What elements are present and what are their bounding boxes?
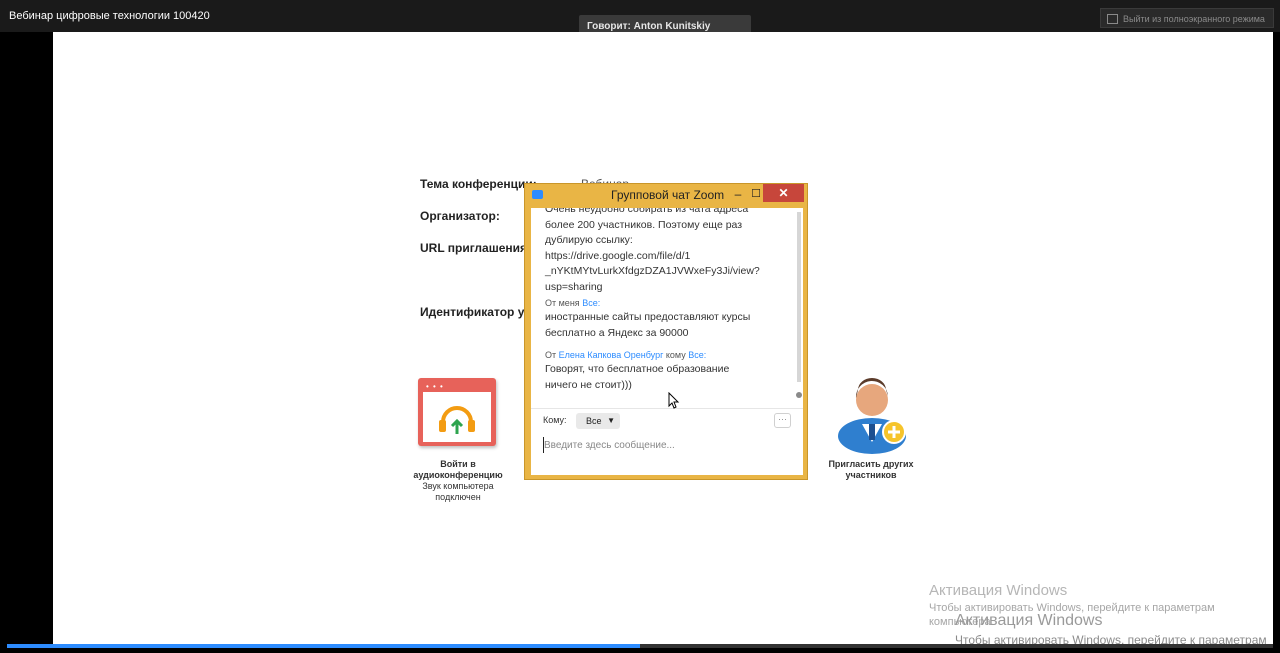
progress-fill [7,644,640,648]
invite-caption: Пригласить других участников [828,459,914,480]
participant-id-label: Идентификатор уч [420,305,532,319]
organizer-label: Организатор: [420,209,500,223]
recipient-label: Кому: [543,415,567,425]
chat-scrollbar[interactable] [795,208,803,404]
activation-title: Активация Windows [929,582,1068,599]
activation-title-ghost: Активация Windows [955,612,1103,629]
chat-message: От меня Все: иностранные сайты предостав… [545,297,777,341]
message-sender: От Елена Капкова Оренбург кому Все: [545,350,707,360]
exit-fullscreen-button[interactable]: Выйти из полноэкранного режима [1100,8,1274,28]
tile-dots: • • • [426,382,444,391]
invite-url-label: URL приглашения: [420,241,532,255]
window-title: Вебинар цифровые технологии 100420 [9,10,210,22]
close-button[interactable]: ✕ [763,184,804,202]
chat-body: Очень неудобно собирать из чата адреса б… [531,208,803,475]
recipient-select[interactable]: Все ▼ [576,413,620,429]
exit-fullscreen-label: Выйти из полноэкранного режима [1123,14,1265,24]
add-user-icon [838,378,906,454]
chat-message: От Елена Капкова Оренбург кому Все: Гово… [545,349,777,393]
join-audio-caption: Войти в аудиоконференцию Звук компьютера… [413,459,503,502]
invite-participants-button[interactable] [836,372,916,457]
group-chat-window: Групповой чат Zoom – ☐ ✕ Очень неудобно … [524,183,808,480]
chat-title: Групповой чат Zoom [611,188,725,202]
message-input[interactable] [543,437,784,453]
topic-label: Тема конференции: [420,177,537,191]
playback-progress[interactable] [7,644,1273,648]
more-options-button[interactable]: ··· [774,413,791,428]
chevron-down-icon: ▼ [607,416,615,425]
minimize-button[interactable]: – [731,186,745,203]
chat-titlebar[interactable]: Групповой чат Zoom – ☐ ✕ [525,184,807,206]
headphones-icon [439,406,475,434]
exit-fullscreen-icon [1107,14,1118,24]
chat-message: Очень неудобно собирать из чата адреса б… [545,208,760,293]
top-bar: Вебинар цифровые технологии 100420 Говор… [0,0,1280,39]
scroll-down-icon[interactable] [796,392,802,398]
divider [531,408,803,409]
message-list: Очень неудобно собирать из чата адреса б… [531,208,795,404]
maximize-button[interactable]: ☐ [749,186,763,203]
mouse-cursor-icon [668,392,680,409]
message-sender: От меня Все: [545,298,601,308]
join-audio-button[interactable]: • • • [418,378,496,446]
scroll-thumb[interactable] [797,212,801,382]
zoom-logo-icon [532,190,543,199]
